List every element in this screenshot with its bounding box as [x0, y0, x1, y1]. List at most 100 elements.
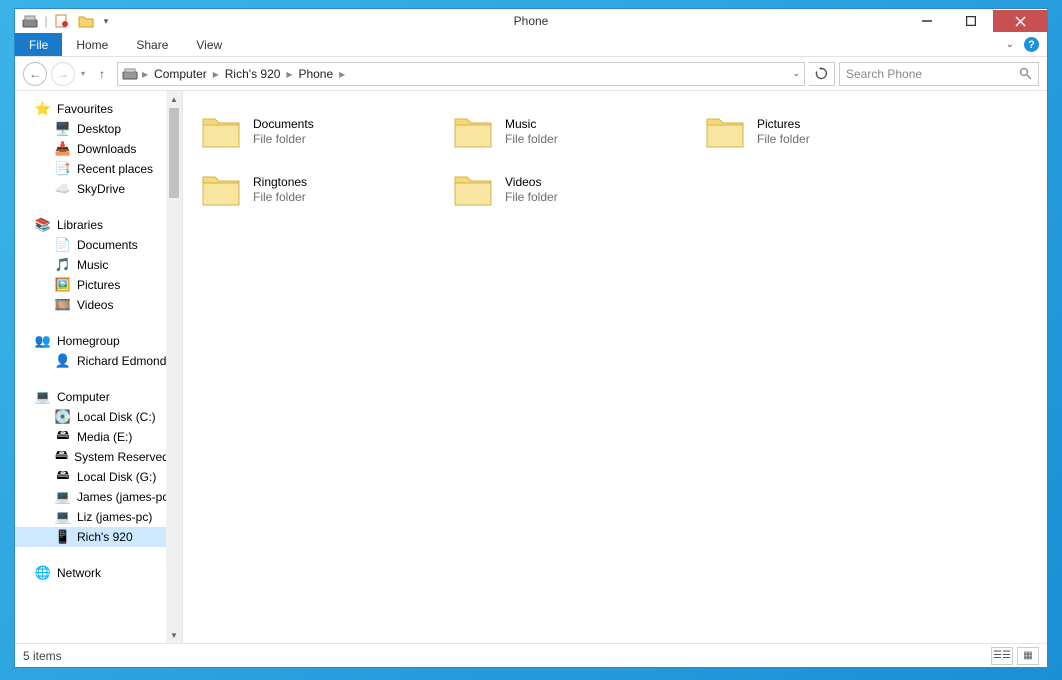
search-input[interactable]: [846, 67, 1019, 81]
chevron-right-icon[interactable]: ▸: [337, 67, 347, 81]
titlebar: | ▾ Phone: [15, 9, 1047, 33]
nav-item-label: Desktop: [77, 122, 121, 136]
nav-head-homegroup[interactable]: ▸👥Homegroup: [15, 331, 166, 351]
chevron-right-icon[interactable]: ▸: [140, 67, 150, 81]
nav-item-libraries-3[interactable]: 🎞️Videos: [15, 295, 166, 315]
nav-item-label: System Reserved: [74, 450, 166, 464]
nav-item-libraries-2[interactable]: 🖼️ Pictures: [15, 275, 166, 295]
tree-icon: 🌐: [35, 565, 51, 581]
nav-item-favourites-0[interactable]: 🖥️Desktop: [15, 119, 166, 139]
nav-item-computer-2[interactable]: 🖴System Reserved: [15, 447, 166, 467]
nav-item-computer-0[interactable]: 💽Local Disk (C:): [15, 407, 166, 427]
folder-icon: [703, 109, 747, 153]
nav-item-label: Downloads: [77, 142, 136, 156]
tree-icon: ⭐: [35, 101, 51, 117]
nav-item-computer-4[interactable]: 💻James (james-pc): [15, 487, 166, 507]
tree-icon: 🖼️: [55, 277, 71, 293]
item-name: Pictures: [757, 117, 810, 131]
nav-item-computer-1[interactable]: 🖴Media (E:): [15, 427, 166, 447]
history-dropdown-icon[interactable]: ▾: [79, 69, 87, 78]
item-type: File folder: [757, 131, 810, 146]
nav-item-label: Richard Edmond: [77, 354, 166, 368]
search-box[interactable]: [839, 62, 1039, 86]
tree-icon: 💻: [55, 509, 71, 525]
minimize-button[interactable]: [905, 10, 949, 32]
properties-icon[interactable]: [51, 11, 73, 31]
tree-icon: 📚: [35, 217, 51, 233]
nav-group-homegroup: ▸👥Homegroup👤Richard Edmond: [15, 331, 166, 371]
details-view-button[interactable]: ☰☰: [991, 647, 1013, 665]
tree-icon: ☁️: [55, 181, 71, 197]
nav-group-computer: ▸💻Computer💽Local Disk (C:)🖴Media (E:)🖴Sy…: [15, 387, 166, 547]
nav-item-favourites-2[interactable]: 📑Recent places: [15, 159, 166, 179]
folder-item[interactable]: Pictures File folder: [697, 105, 947, 157]
nav-item-computer-6[interactable]: 📱Rich's 920: [15, 527, 166, 547]
folder-item[interactable]: Music File folder: [445, 105, 695, 157]
nav-item-favourites-1[interactable]: 📥Downloads: [15, 139, 166, 159]
folder-item[interactable]: Ringtones File folder: [193, 163, 443, 215]
tab-file[interactable]: File: [15, 33, 62, 56]
tab-view[interactable]: View: [182, 33, 236, 56]
nav-item-computer-3[interactable]: 🖴Local Disk (G:): [15, 467, 166, 487]
nav-item-label: Local Disk (G:): [77, 470, 156, 484]
search-icon[interactable]: [1019, 67, 1032, 80]
maximize-button[interactable]: [949, 10, 993, 32]
up-button[interactable]: ↑: [91, 63, 113, 85]
tab-home[interactable]: Home: [62, 33, 122, 56]
close-button[interactable]: [993, 10, 1047, 32]
qat-dropdown-icon[interactable]: ▾: [99, 11, 113, 31]
quick-access-toolbar: | ▾: [15, 9, 117, 33]
nav-head-favourites[interactable]: ▸⭐Favourites: [15, 99, 166, 119]
content-area[interactable]: Documents File folder Music File folder …: [183, 91, 1047, 643]
qat-sep: |: [43, 11, 49, 31]
new-folder-icon[interactable]: [75, 11, 97, 31]
scroll-thumb[interactable]: [169, 108, 179, 198]
nav-label: Libraries: [57, 218, 103, 232]
nav-item-label: Pictures: [77, 278, 120, 292]
icons-view-button[interactable]: ▦: [1017, 647, 1039, 665]
folder-item[interactable]: Videos File folder: [445, 163, 695, 215]
item-text: Pictures File folder: [757, 117, 810, 146]
tab-share[interactable]: Share: [122, 33, 182, 56]
nav-item-label: Documents: [77, 238, 138, 252]
nav-item-computer-5[interactable]: 💻Liz (james-pc): [15, 507, 166, 527]
nav-group-libraries: ▸📚Libraries📄Documents🎵Music🖼️Pictures🎞️V…: [15, 215, 166, 315]
navigation-pane: ▸⭐Favourites🖥️Desktop📥Downloads📑Recent p…: [15, 91, 183, 643]
nav-group-favourites: ▸⭐Favourites🖥️Desktop📥Downloads📑Recent p…: [15, 99, 166, 199]
nav-item-favourites-3[interactable]: ☁️SkyDrive: [15, 179, 166, 199]
crumb-phone[interactable]: Phone: [296, 67, 335, 81]
address-dropdown-icon[interactable]: ⌄: [792, 68, 800, 79]
tree-icon: 👤: [55, 353, 71, 369]
item-text: Documents File folder: [253, 117, 314, 146]
crumb-computer[interactable]: Computer: [152, 67, 209, 81]
nav-item-homegroup-0[interactable]: 👤 Richard Edmond: [15, 351, 166, 371]
drive-icon[interactable]: [19, 11, 41, 31]
tree-icon: 👥: [35, 333, 51, 349]
nav-head-libraries[interactable]: ▸📚Libraries: [15, 215, 166, 235]
nav-scrollbar[interactable]: ▲ ▼: [166, 91, 182, 643]
explorer-window: | ▾ Phone File Home Share View ⌄ ? ← → ▾…: [14, 8, 1048, 668]
tree-icon: 📱: [55, 529, 71, 545]
tree-icon: 📑: [55, 161, 71, 177]
scroll-up-icon[interactable]: ▲: [166, 91, 182, 107]
nav-head-network[interactable]: ▸🌐Network: [15, 563, 166, 583]
folder-item[interactable]: Documents File folder: [193, 105, 443, 157]
nav-label: Homegroup: [57, 334, 120, 348]
scroll-down-icon[interactable]: ▼: [166, 627, 182, 643]
help-icon[interactable]: ?: [1024, 37, 1039, 52]
window-controls: [905, 10, 1047, 32]
forward-button[interactable]: →: [51, 62, 75, 86]
nav-item-label: James (james-pc): [77, 490, 166, 504]
nav-head-computer[interactable]: ▸💻Computer: [15, 387, 166, 407]
refresh-button[interactable]: [809, 62, 835, 86]
breadcrumb[interactable]: ▸ Computer ▸ Rich's 920 ▸ Phone ▸ ⌄: [117, 62, 805, 86]
item-text: Ringtones File folder: [253, 175, 307, 204]
crumb-device[interactable]: Rich's 920: [223, 67, 283, 81]
nav-group-network: ▸🌐Network: [15, 563, 166, 583]
nav-item-libraries-1[interactable]: 🎵Music: [15, 255, 166, 275]
nav-item-libraries-0[interactable]: 📄Documents: [15, 235, 166, 255]
expand-ribbon-icon[interactable]: ⌄: [1006, 39, 1014, 50]
chevron-right-icon[interactable]: ▸: [284, 67, 294, 81]
chevron-right-icon[interactable]: ▸: [211, 67, 221, 81]
back-button[interactable]: ←: [23, 62, 47, 86]
